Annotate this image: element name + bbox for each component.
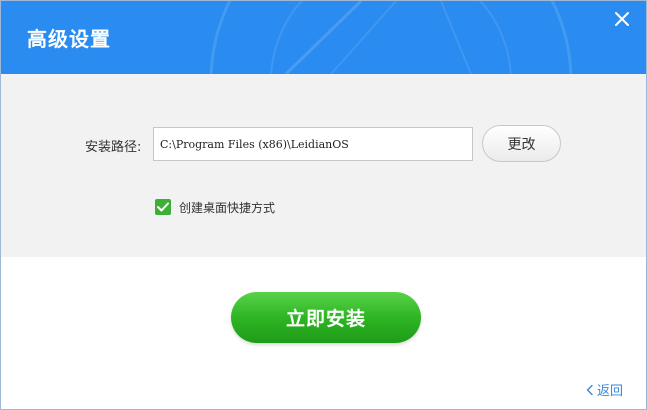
window-title: 高级设置 bbox=[27, 27, 111, 51]
settings-panel: 安装路径: 更改 创建桌面快捷方式 bbox=[1, 74, 646, 257]
change-path-button[interactable]: 更改 bbox=[482, 125, 561, 162]
back-link[interactable]: 返回 bbox=[585, 380, 623, 399]
desktop-shortcut-label: 创建桌面快捷方式 bbox=[179, 200, 276, 215]
install-path-input[interactable] bbox=[153, 127, 473, 161]
chevron-left-icon bbox=[586, 384, 593, 395]
back-label: 返回 bbox=[597, 384, 624, 399]
install-now-button[interactable]: 立即安装 bbox=[231, 292, 421, 343]
desktop-shortcut-checkbox[interactable] bbox=[155, 199, 171, 215]
close-icon bbox=[615, 12, 629, 26]
desktop-shortcut-option[interactable]: 创建桌面快捷方式 bbox=[155, 198, 275, 216]
close-button[interactable] bbox=[612, 9, 632, 29]
install-path-label: 安装路径: bbox=[85, 140, 142, 155]
advanced-settings-window: 高级设置 安装路径: 更改 创建桌面快捷方式 立即安装 返回 bbox=[0, 0, 647, 410]
checkmark-icon bbox=[157, 202, 169, 212]
title-bar: 高级设置 bbox=[1, 1, 646, 74]
